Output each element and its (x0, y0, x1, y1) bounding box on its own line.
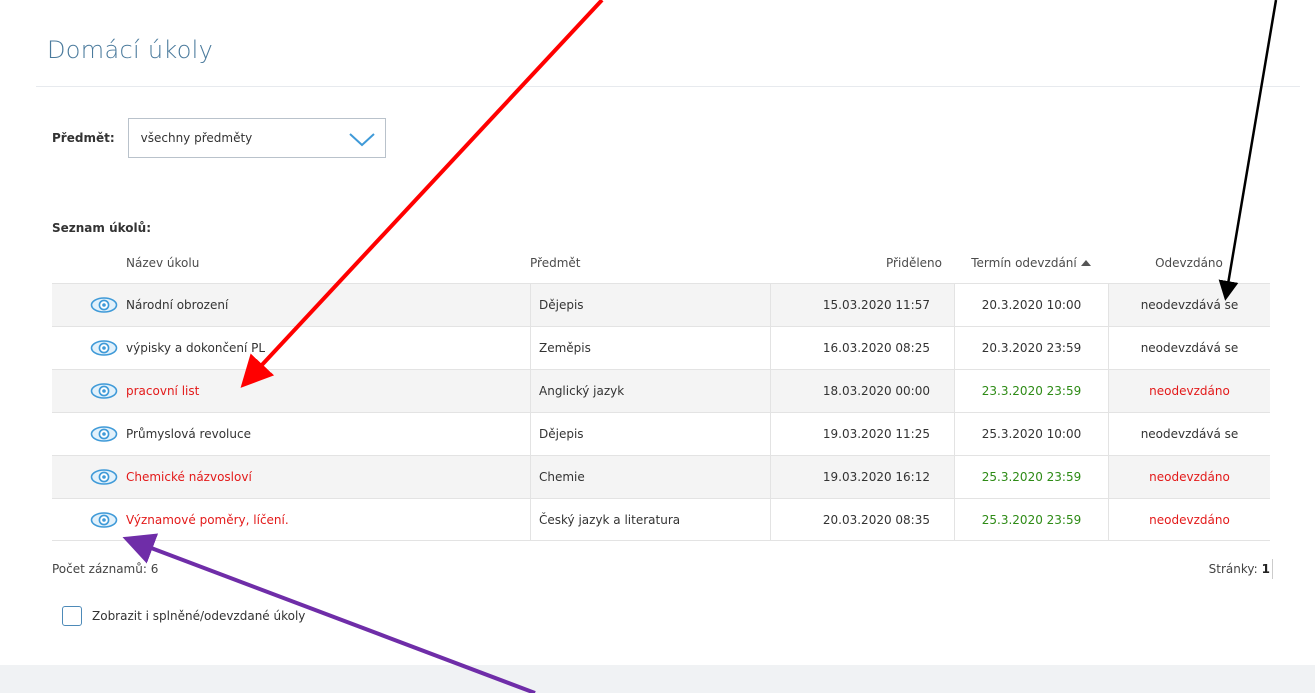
pagination: Stránky: 1 (1209, 562, 1270, 576)
column-header-name-label: Název úkolu (126, 255, 200, 270)
task-assigned: 19.03.2020 11:25 (770, 413, 954, 455)
task-subject: Anglický jazyk (530, 370, 770, 412)
task-assigned: 18.03.2020 00:00 (770, 370, 954, 412)
task-table-header: Název úkolu Předmět Přiděleno Termín ode… (52, 242, 1270, 283)
task-submitted-status: neodevzdává se (1108, 413, 1270, 455)
task-name[interactable]: pracovní list (126, 384, 530, 398)
eye-icon[interactable] (90, 382, 118, 400)
eye-icon[interactable] (90, 339, 118, 357)
task-due: 20.3.2020 10:00 (954, 284, 1108, 326)
task-due: 23.3.2020 23:59 (954, 370, 1108, 412)
task-subject: Dějepis (530, 413, 770, 455)
column-header-name[interactable]: Název úkolu (126, 256, 530, 270)
record-count: Počet záznamů: 6 (52, 562, 159, 576)
table-row[interactable]: Významové poměry, líčení. Český jazyk a l… (52, 498, 1270, 541)
pagination-label: Stránky: (1208, 562, 1258, 576)
sort-ascending-icon (1080, 259, 1091, 266)
task-subject: Český jazyk a literatura (530, 499, 770, 540)
task-submitted-status: neodevzdáno (1108, 370, 1270, 412)
subject-filter: Předmět: všechny předměty (52, 118, 386, 158)
title-divider (36, 86, 1300, 87)
row-view-cell (52, 425, 126, 443)
row-view-cell (52, 339, 126, 357)
show-completed-checkbox[interactable] (62, 606, 82, 626)
column-header-assigned-label: Přiděleno (886, 255, 942, 270)
task-assigned: 15.03.2020 11:57 (770, 284, 954, 326)
task-due: 25.3.2020 10:00 (954, 413, 1108, 455)
task-name[interactable]: výpisky a dokončení PL (126, 341, 530, 355)
table-row[interactable]: Průmyslová revoluce Dějepis 19.03.2020 11:… (52, 412, 1270, 455)
column-header-subject-label: Předmět (530, 255, 581, 270)
eye-icon[interactable] (90, 296, 118, 314)
task-name[interactable]: Národní obrození (126, 298, 530, 312)
task-subject: Zeměpis (530, 327, 770, 369)
show-completed-label: Zobrazit i splněné/odevzdané úkoly (92, 609, 306, 623)
column-header-submitted-label: Odevzdáno (1155, 255, 1223, 270)
task-submitted-status: neodevzdáno (1108, 499, 1270, 540)
row-view-cell (52, 511, 126, 529)
subject-filter-label: Předmět: (52, 131, 115, 145)
footer-bar (0, 665, 1315, 693)
subject-select[interactable]: všechny předměty (127, 118, 386, 158)
row-view-cell (52, 296, 126, 314)
task-name[interactable]: Průmyslová revoluce (126, 427, 530, 441)
column-header-submitted[interactable]: Odevzdáno (1108, 256, 1270, 270)
task-due: 25.3.2020 23:59 (954, 456, 1108, 498)
task-submitted-status: neodevzdává se (1108, 327, 1270, 369)
row-view-cell (52, 382, 126, 400)
column-header-assigned[interactable]: Přiděleno (770, 256, 954, 270)
eye-icon[interactable] (90, 511, 118, 529)
table-row[interactable]: pracovní list Anglický jazyk 18.03.2020 00… (52, 369, 1270, 412)
chevron-down-icon (348, 133, 375, 147)
show-completed-option[interactable]: Zobrazit i splněné/odevzdané úkoly (62, 606, 305, 626)
task-subject: Chemie (530, 456, 770, 498)
page-title: Domácí úkoly (47, 36, 214, 64)
task-due: 25.3.2020 23:59 (954, 499, 1108, 540)
subject-select-value: všechny předměty (140, 131, 253, 145)
row-view-cell (52, 468, 126, 486)
eye-icon[interactable] (90, 468, 118, 486)
task-subject: Dějepis (530, 284, 770, 326)
task-name[interactable]: Významové poměry, líčení. (126, 513, 530, 527)
column-header-due[interactable]: Termín odevzdání (954, 256, 1108, 270)
task-assigned: 19.03.2020 16:12 (770, 456, 954, 498)
task-table-body: Národní obrození Dějepis 15.03.2020 11:57 2… (52, 283, 1270, 541)
column-header-subject[interactable]: Předmět (530, 256, 770, 270)
pagination-divider (1272, 559, 1273, 579)
task-name[interactable]: Chemické názvosloví (126, 470, 530, 484)
table-row[interactable]: výpisky a dokončení PL Zeměpis 16.03.2020 … (52, 326, 1270, 369)
task-table: Název úkolu Předmět Přiděleno Termín ode… (52, 242, 1270, 541)
task-submitted-status: neodevzdáno (1108, 456, 1270, 498)
task-due: 20.3.2020 23:59 (954, 327, 1108, 369)
table-row[interactable]: Chemické názvosloví Chemie 19.03.2020 16:1… (52, 455, 1270, 498)
page-number[interactable]: 1 (1262, 562, 1270, 576)
task-assigned: 20.03.2020 08:35 (770, 499, 954, 540)
task-list-label: Seznam úkolů: (52, 221, 151, 235)
task-submitted-status: neodevzdává se (1108, 284, 1270, 326)
eye-icon[interactable] (90, 425, 118, 443)
column-header-due-label: Termín odevzdání (971, 255, 1077, 270)
task-assigned: 16.03.2020 08:25 (770, 327, 954, 369)
table-row[interactable]: Národní obrození Dějepis 15.03.2020 11:57 2… (52, 283, 1270, 326)
